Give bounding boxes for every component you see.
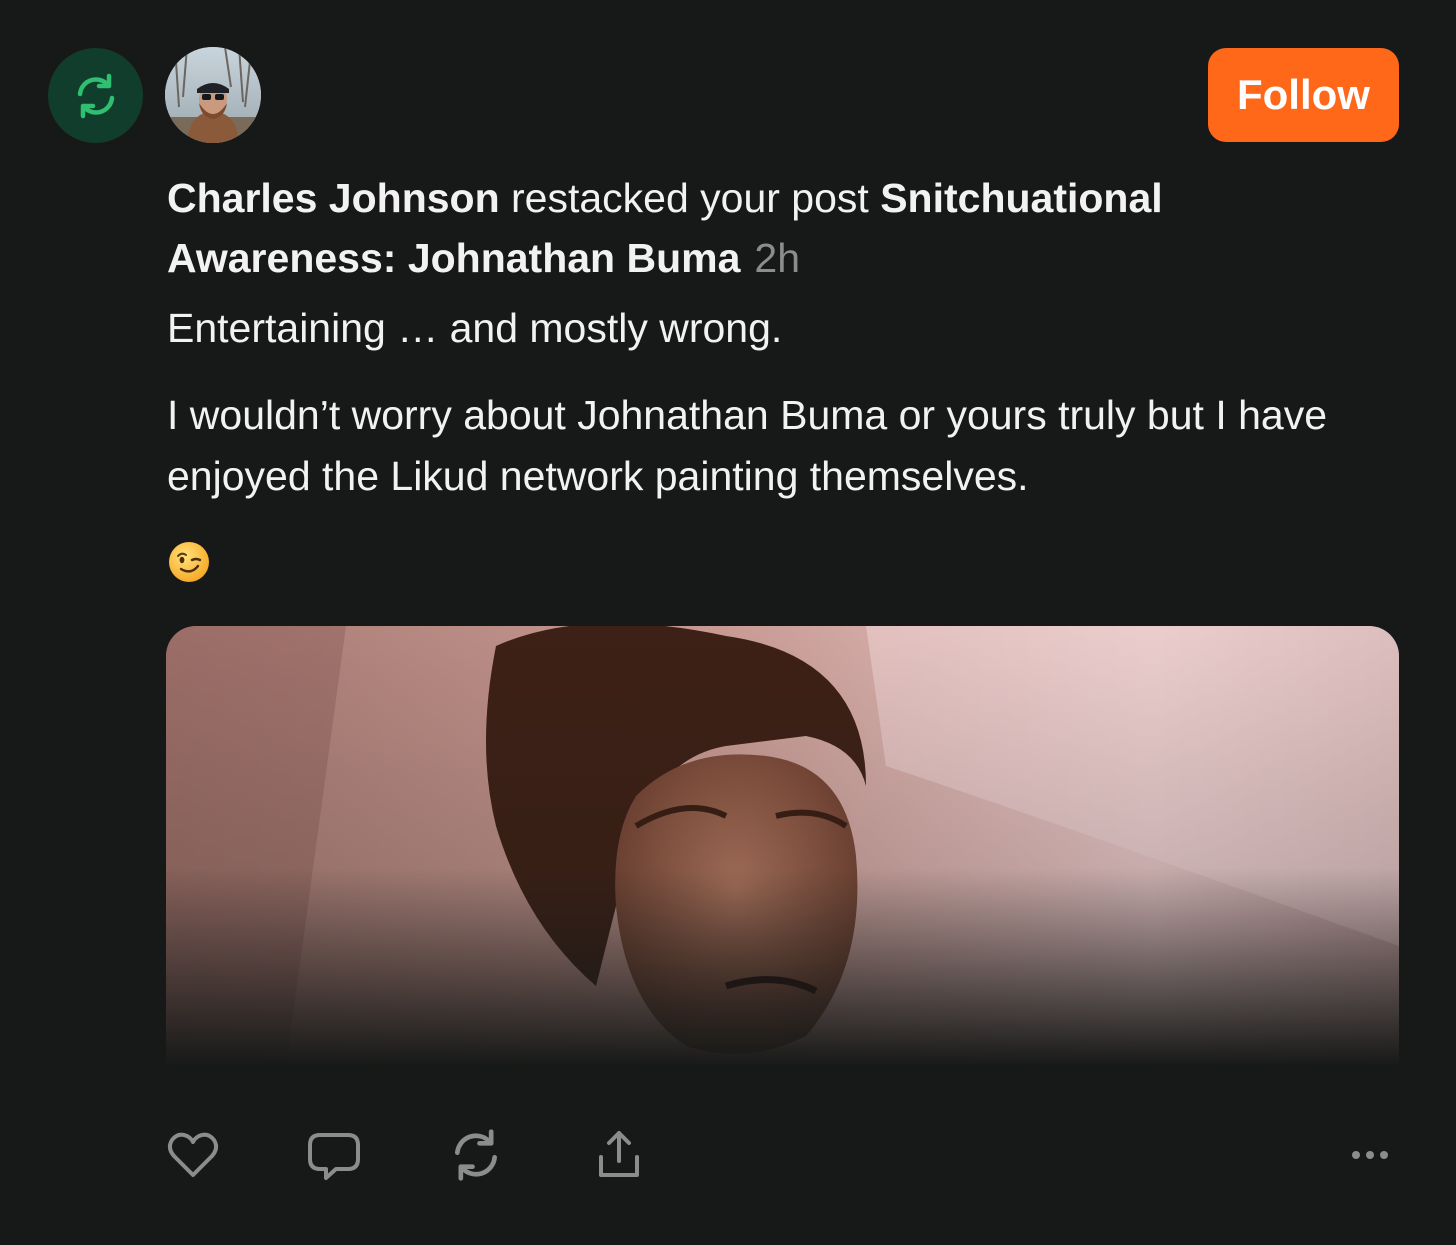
comment-icon <box>308 1133 360 1180</box>
share-button[interactable] <box>589 1125 649 1185</box>
notification-headline: Charles Johnson restacked your post Snit… <box>167 168 1399 288</box>
follow-button[interactable]: Follow <box>1208 48 1399 142</box>
comment-button[interactable] <box>304 1125 364 1185</box>
actor-name[interactable]: Charles Johnson <box>167 175 500 221</box>
note-paragraph-2: I wouldn’t worry about Johnathan Buma or… <box>167 392 1328 499</box>
note-paragraph-1: Entertaining … and mostly wrong. <box>167 305 783 351</box>
action-bar <box>0 1125 1456 1185</box>
restack-icon <box>455 1129 497 1181</box>
note-content: Charles Johnson restacked your post Snit… <box>167 168 1399 588</box>
emoji-line <box>167 540 1399 588</box>
avatar-photo <box>165 47 261 143</box>
notification-card: Follow Charles Johnson restacked your po… <box>0 0 1456 1245</box>
action-text: restacked your post <box>499 175 881 221</box>
restack-badge <box>48 48 143 143</box>
more-icon <box>1352 1151 1388 1159</box>
restack-button[interactable] <box>446 1125 506 1185</box>
video-still <box>166 626 1399 1066</box>
like-button[interactable] <box>163 1125 223 1185</box>
restack-icon <box>77 73 114 118</box>
heart-icon <box>167 1132 219 1177</box>
more-button[interactable] <box>1340 1125 1400 1185</box>
video-thumbnail[interactable] <box>166 626 1399 1066</box>
wink-emoji <box>169 542 209 582</box>
timestamp: 2h <box>754 235 801 281</box>
share-icon <box>599 1131 639 1177</box>
avatar[interactable] <box>165 47 261 143</box>
